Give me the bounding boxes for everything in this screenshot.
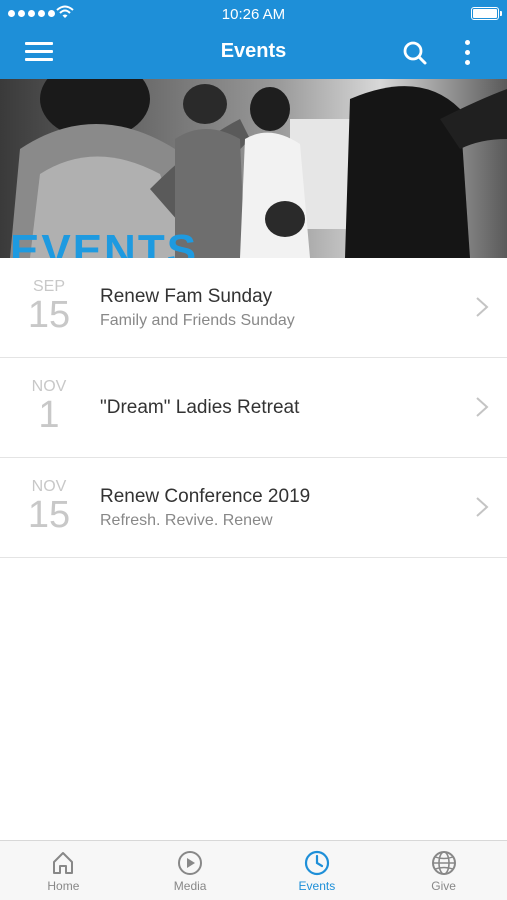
tab-give-label: Give: [431, 879, 456, 893]
status-bar: 10:26 AM: [0, 0, 507, 28]
more-options-icon[interactable]: [462, 40, 474, 66]
chevron-right-icon: [476, 397, 489, 417]
event-date: SEP 15: [18, 278, 80, 334]
event-row[interactable]: NOV 1 "Dream" Ladies Retreat: [0, 358, 507, 458]
event-date: NOV 1: [18, 378, 80, 434]
app-header: 10:26 AM Events: [0, 0, 507, 79]
tab-give[interactable]: Give: [380, 841, 507, 900]
tab-media-label: Media: [173, 879, 207, 893]
tab-home-label: Home: [47, 879, 80, 893]
tab-media[interactable]: Media: [127, 841, 254, 900]
event-day: 1: [38, 394, 60, 436]
event-subtitle: Refresh. Revive. Renew: [100, 512, 273, 529]
event-day: 15: [27, 494, 71, 536]
search-icon[interactable]: [402, 40, 428, 66]
event-title: "Dream" Ladies Retreat: [100, 397, 300, 418]
hero-title: EVENTS: [10, 226, 199, 258]
play-circle-icon: [178, 851, 203, 875]
tab-events-label: Events: [298, 879, 336, 893]
tab-home[interactable]: Home: [0, 841, 127, 900]
event-subtitle: Family and Friends Sunday: [100, 312, 295, 329]
event-title: Renew Conference 2019: [100, 486, 311, 507]
event-row[interactable]: SEP 15 Renew Fam Sunday Family and Frien…: [0, 258, 507, 358]
home-icon: [53, 852, 74, 874]
globe-icon: [431, 851, 456, 875]
status-time: 10:26 AM: [221, 6, 286, 23]
event-day: 15: [27, 294, 71, 336]
event-date: NOV 15: [18, 478, 80, 534]
tab-events[interactable]: Events: [254, 841, 381, 900]
event-title: Renew Fam Sunday: [100, 286, 273, 307]
events-list: SEP 15 Renew Fam Sunday Family and Frien…: [0, 258, 507, 558]
battery-icon: [471, 7, 502, 20]
tab-bar: Home Media Events Give: [0, 840, 507, 900]
event-row[interactable]: NOV 15 Renew Conference 2019 Refresh. Re…: [0, 458, 507, 558]
clock-icon: [304, 850, 329, 876]
page-title: Events: [220, 40, 287, 62]
hero-image: EVENTS: [0, 79, 507, 258]
chevron-right-icon: [476, 297, 489, 317]
chevron-right-icon: [476, 497, 489, 517]
